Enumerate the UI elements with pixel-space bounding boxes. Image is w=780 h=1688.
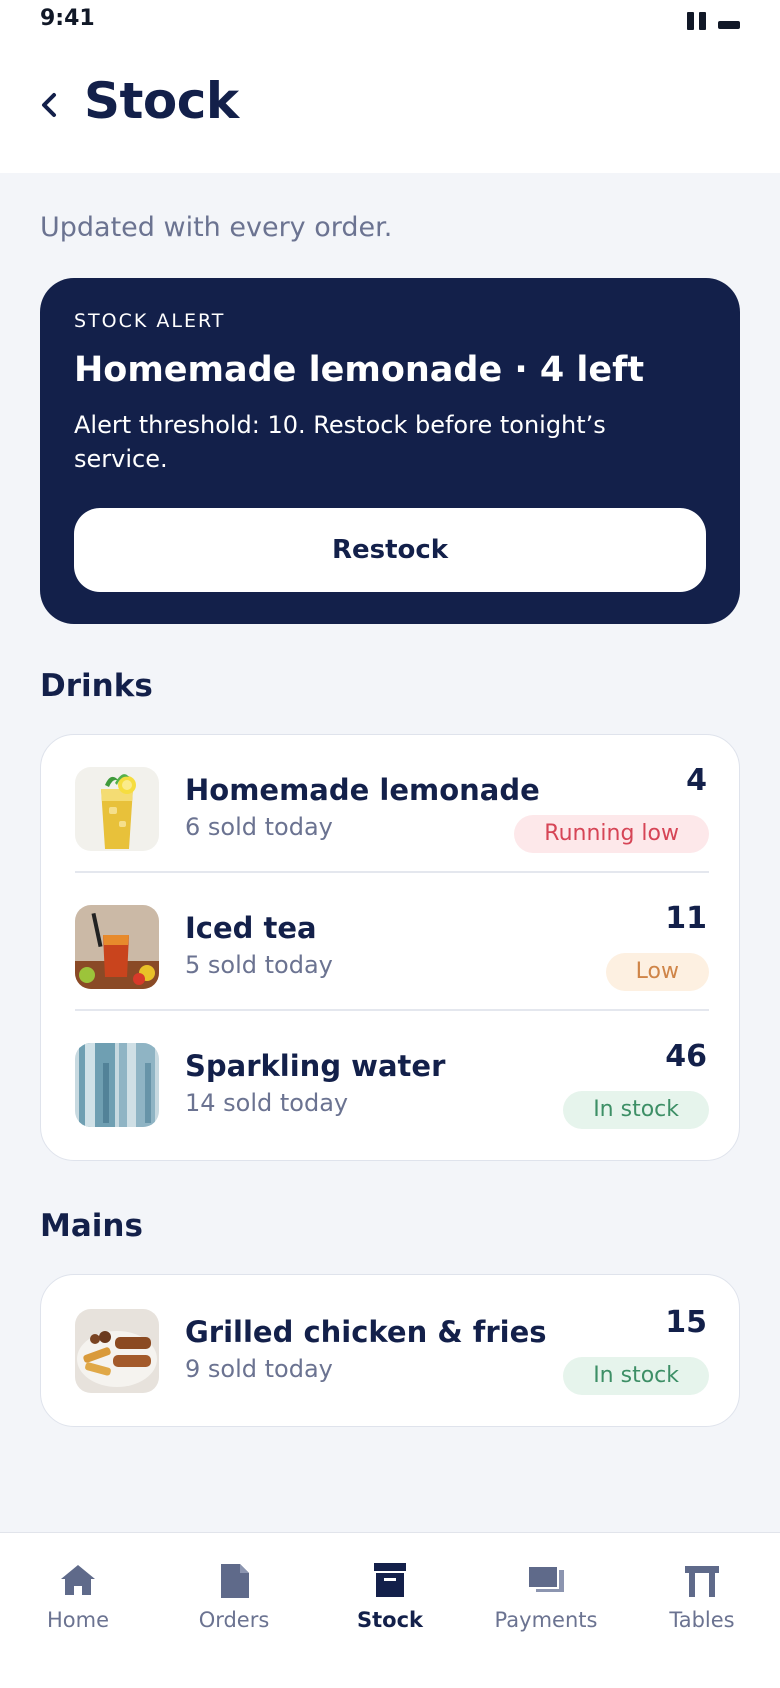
top-bar: 9:41 Stock — [0, 0, 780, 173]
tab-tables[interactable]: Tables — [624, 1533, 780, 1653]
page-title: Stock — [84, 72, 239, 130]
document-icon — [214, 1560, 254, 1600]
tab-orders[interactable]: Orders — [156, 1533, 312, 1653]
stock-alert-card: STOCK ALERT Homemade lemonade · 4 left A… — [40, 278, 740, 624]
list-item[interactable]: Sparkling water 14 sold today 46 In stoc… — [75, 1011, 709, 1149]
tab-label: Payments — [494, 1608, 598, 1632]
status-badge: Running low — [514, 815, 709, 853]
tab-label: Stock — [356, 1608, 423, 1632]
status-badge: Low — [605, 953, 709, 991]
item-sold-count: 9 sold today — [185, 1355, 333, 1383]
alert-body: Alert threshold: 10. Restock before toni… — [74, 411, 606, 473]
signal-icon — [687, 12, 706, 30]
status-icons — [687, 12, 740, 30]
item-sold-count: 6 sold today — [185, 813, 333, 841]
item-name: Sparkling water — [185, 1049, 446, 1083]
alert-title: Homemade lemonade · 4 left — [74, 350, 645, 390]
iced-tea-image — [75, 905, 159, 989]
battery-icon — [718, 21, 740, 29]
list-item[interactable]: Homemade lemonade 6 sold today 4 Running… — [75, 735, 709, 873]
section-heading-mains: Mains — [40, 1208, 143, 1244]
tab-home[interactable]: Home — [0, 1533, 156, 1653]
bottom-tab-bar: Home Orders Stock Payments Tables — [0, 1532, 780, 1688]
status-badge: In stock — [563, 1357, 709, 1395]
back-button[interactable] — [34, 85, 64, 125]
item-quantity: 11 — [665, 901, 707, 936]
list-item[interactable]: Grilled chicken & fries 9 sold today 15 … — [75, 1277, 709, 1415]
lemonade-image — [75, 767, 159, 851]
alert-kicker: STOCK ALERT — [74, 310, 226, 332]
box-icon — [370, 1560, 410, 1600]
item-sold-count: 14 sold today — [185, 1089, 349, 1117]
tab-stock[interactable]: Stock — [312, 1533, 468, 1653]
restock-button[interactable]: Restock — [74, 508, 706, 592]
item-name: Homemade lemonade — [185, 773, 540, 807]
item-quantity: 15 — [665, 1305, 707, 1340]
tab-payments[interactable]: Payments — [468, 1533, 624, 1653]
page-subtitle: Updated with every order. — [40, 212, 393, 243]
item-name: Iced tea — [185, 911, 317, 945]
status-badge: In stock — [563, 1091, 709, 1129]
item-quantity: 4 — [686, 763, 707, 798]
item-name: Grilled chicken & fries — [185, 1315, 547, 1349]
item-quantity: 46 — [665, 1039, 707, 1074]
cards-icon — [526, 1560, 566, 1600]
section-heading-drinks: Drinks — [40, 668, 153, 704]
list-item[interactable]: Iced tea 5 sold today 11 Low — [75, 873, 709, 1011]
tab-label: Home — [46, 1608, 109, 1632]
home-icon — [58, 1560, 98, 1600]
sparkling-water-image — [75, 1043, 159, 1127]
grilled-chicken-image — [75, 1309, 159, 1393]
tab-label: Orders — [198, 1608, 270, 1632]
drinks-list: Homemade lemonade 6 sold today 4 Running… — [40, 734, 740, 1161]
mains-list: Grilled chicken & fries 9 sold today 15 … — [40, 1274, 740, 1427]
tab-label: Tables — [669, 1608, 735, 1632]
chevron-left-icon — [42, 93, 56, 117]
item-sold-count: 5 sold today — [185, 951, 333, 979]
table-icon — [682, 1560, 722, 1600]
status-time: 9:41 — [40, 6, 95, 31]
